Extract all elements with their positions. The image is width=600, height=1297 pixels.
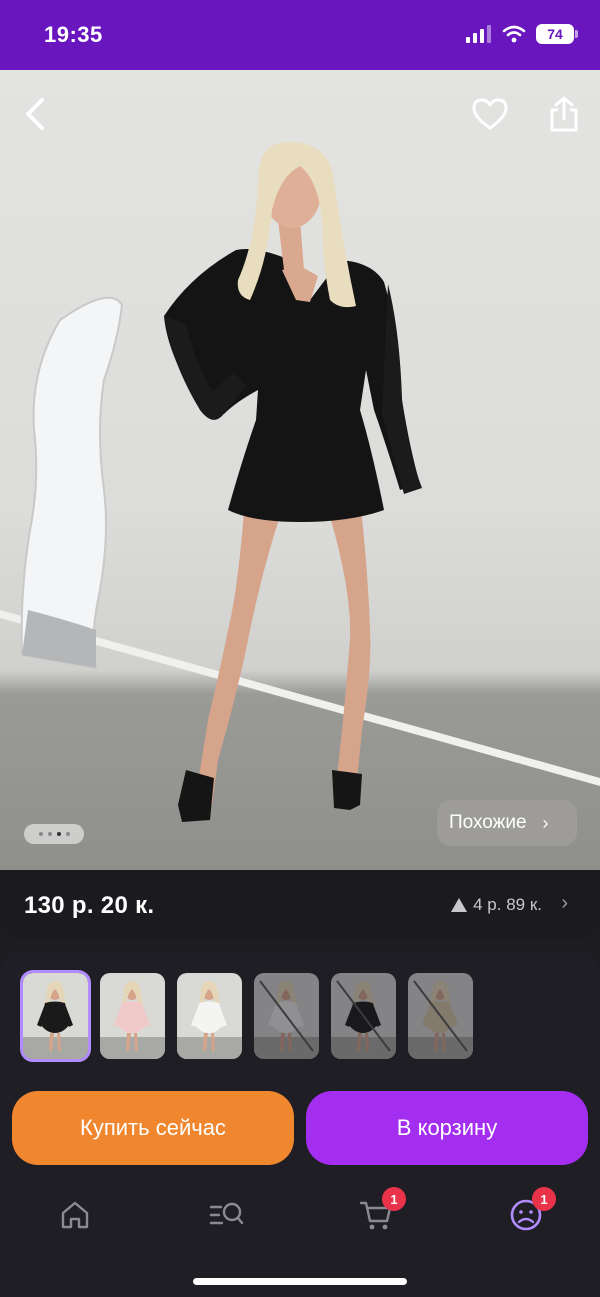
battery-indicator: 74 — [536, 24, 578, 44]
tab-catalog[interactable] — [204, 1193, 248, 1237]
similar-button[interactable]: Похожие › — [437, 800, 577, 846]
page-dot-active — [56, 832, 61, 836]
status-time: 19:35 — [44, 22, 103, 47]
back-button[interactable] — [14, 92, 58, 136]
signal-icon — [466, 25, 491, 43]
price-change: 4 р. 89 к. — [451, 895, 542, 915]
tab-cart[interactable]: 1 — [354, 1187, 406, 1237]
price-up-icon — [451, 898, 468, 912]
price-change-value: 4 р. 89 к. — [473, 895, 542, 914]
tab-home[interactable] — [53, 1193, 97, 1237]
catalog-search-icon — [209, 1202, 244, 1225]
bottom-panel: Купить сейчас В корзину 1 1 — [0, 951, 600, 1297]
wifi-icon — [502, 25, 526, 43]
product-price: 130 р. 20 к. — [24, 892, 155, 919]
chevron-left-icon — [26, 98, 44, 130]
tab-bar: 1 1 — [0, 1183, 600, 1243]
similar-label: Похожие — [449, 812, 527, 833]
variant-thumbnail-white-unavailable[interactable] — [254, 973, 319, 1059]
page-dot — [47, 832, 52, 836]
variant-thumbnail-pink[interactable] — [100, 973, 165, 1059]
status-icons: 74 — [466, 24, 578, 44]
gallery-page-indicator — [24, 824, 84, 844]
share-button[interactable] — [542, 92, 586, 136]
add-to-cart-button[interactable]: В корзину — [306, 1091, 588, 1165]
product-image — [0, 141, 600, 822]
favorite-button[interactable] — [468, 92, 512, 136]
variant-thumbnail-black[interactable] — [20, 970, 91, 1062]
variant-thumbnail-white[interactable] — [177, 973, 242, 1059]
variant-thumbnail-black-unavailable[interactable] — [331, 973, 396, 1059]
home-indicator — [193, 1278, 407, 1285]
product-photo[interactable]: Похожие › — [0, 70, 600, 870]
profile-badge: 1 — [532, 1187, 556, 1211]
chevron-right-icon: › — [561, 892, 568, 914]
heart-icon — [472, 98, 508, 130]
chevron-right-icon: › — [542, 812, 549, 833]
buy-now-button[interactable]: Купить сейчас — [12, 1091, 294, 1165]
page-dot — [65, 832, 70, 836]
price-row[interactable]: 130 р. 20 к. 4 р. 89 к. › — [0, 870, 600, 938]
status-bar: 19:35 74 — [0, 0, 600, 70]
variant-thumbnails — [20, 970, 473, 1062]
page-dot — [38, 832, 43, 836]
share-icon — [550, 96, 578, 132]
variant-thumbnail-beige-unavailable[interactable] — [408, 973, 473, 1059]
cart-badge: 1 — [382, 1187, 406, 1211]
home-icon — [61, 1201, 89, 1229]
tab-profile[interactable]: 1 — [504, 1187, 556, 1237]
